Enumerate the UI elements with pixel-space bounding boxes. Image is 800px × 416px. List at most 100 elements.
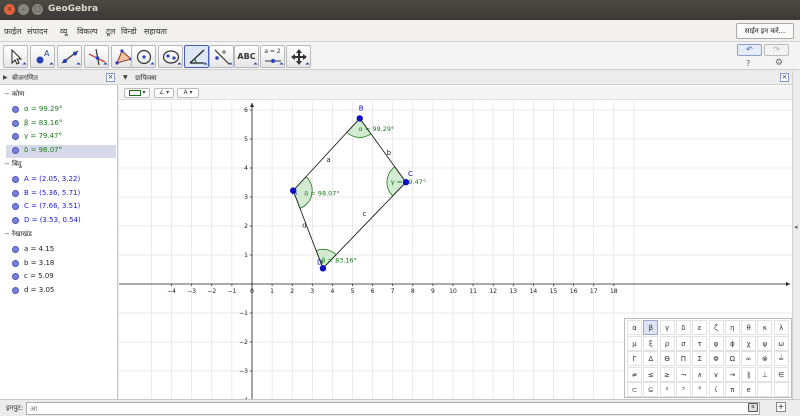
redo-button[interactable]: ↷ [764,44,789,56]
algebra-item[interactable]: D = (3.53, 0.54) [6,215,116,228]
greek-key[interactable]: α [627,320,642,335]
greek-key[interactable]: ω [773,335,789,351]
greek-key[interactable]: σ [675,335,691,351]
algebra-item[interactable]: d = 3.05 [6,285,116,298]
greek-key[interactable]: δ [675,320,691,335]
greek-key[interactable]: Φ [708,351,724,367]
greek-key[interactable] [757,382,773,398]
line-tool-button[interactable] [57,45,82,68]
algebra-item[interactable]: γ = 79.47° [6,131,116,144]
menu-view[interactable]: व्यू [60,26,67,37]
greek-key[interactable]: ε [692,320,708,335]
greek-key[interactable]: π [724,382,740,398]
algebra-item[interactable]: δ = 98.07° [6,144,116,158]
greek-key[interactable]: μ [627,335,642,351]
visibility-toggle-icon[interactable] [12,216,19,224]
algebra-item[interactable]: B = (5.36, 5.71) [6,188,116,201]
visibility-toggle-icon[interactable] [12,133,19,140]
slider-tool-button[interactable]: a = 2 [260,45,285,68]
greek-key[interactable]: → [724,366,740,382]
input-field[interactable] [26,402,760,415]
perpendicular-line-tool-button[interactable] [84,45,109,68]
greek-key[interactable]: ³ [675,382,691,398]
visibility-toggle-icon[interactable] [12,286,19,294]
collapse-minus-icon[interactable]: − [4,90,12,98]
greek-key[interactable]: ² [659,382,675,398]
algebra-item[interactable]: b = 3.18 [6,258,116,271]
style-color-button[interactable]: ▾ [124,88,150,98]
side-panel-toggle[interactable]: ◂ [792,71,800,399]
close-icon[interactable]: × [780,73,789,82]
close-icon[interactable]: × [106,73,115,82]
collapse-minus-icon[interactable]: − [4,230,12,238]
algebra-group-header[interactable]: − कोण [4,90,24,99]
text-tool-button[interactable]: ABC [234,45,259,68]
greek-key[interactable]: ξ [643,335,659,351]
greek-key[interactable]: ϕ [724,335,740,351]
greek-key[interactable]: ψ [757,335,773,351]
visibility-toggle-icon[interactable] [12,203,19,210]
greek-key[interactable]: ∨ [708,366,724,382]
greek-key[interactable]: ° [692,382,708,398]
greek-key[interactable]: Π [675,351,691,367]
greek-key[interactable]: ζ [708,320,724,335]
greek-key[interactable]: ≤ [643,366,659,382]
algebra-item[interactable]: α = 99.29° [6,104,116,117]
greek-key[interactable]: Ω [724,351,740,367]
greek-key[interactable]: ⊂ [627,382,642,398]
greek-key[interactable]: ∧ [692,366,708,382]
greek-key[interactable]: ¬ [675,366,691,382]
greek-key[interactable]: κ [757,320,773,335]
angle-tool-button[interactable] [184,45,209,68]
segment-a[interactable] [292,118,361,191]
move-graphics-view-tool-button[interactable] [286,45,311,68]
algebra-group-header[interactable]: − बिंदु [4,160,22,169]
circle-tool-button[interactable] [131,45,156,68]
point-tool-button[interactable]: A [30,45,55,68]
algebra-item[interactable]: A = (2.05, 3.22) [6,174,116,187]
visibility-toggle-icon[interactable] [12,176,19,183]
greek-key[interactable]: ≟ [773,351,789,367]
menu-help[interactable]: सहायता [144,26,167,37]
greek-key[interactable]: τ [692,335,708,351]
greek-key[interactable]: ί [708,382,724,398]
keyboard-icon[interactable]: α [748,403,758,412]
undo-button[interactable]: ↶ [737,44,762,56]
menu-edit[interactable]: संपादन [27,26,48,37]
greek-key[interactable]: ⊆ [643,382,659,398]
visibility-toggle-icon[interactable] [12,259,19,267]
menu-file[interactable]: फ़ाईल [4,26,22,37]
help-icon[interactable]: ? [746,59,750,68]
visibility-toggle-icon[interactable] [12,146,19,154]
window-maximize-button[interactable]: □ [32,4,43,15]
collapse-minus-icon[interactable]: − [4,160,12,168]
move-tool-button[interactable] [3,45,28,68]
sign-in-button[interactable]: साईन इन करें... [736,23,794,39]
reflect-tool-button[interactable] [209,45,234,68]
greek-key[interactable]: λ [773,320,789,335]
greek-key[interactable]: ⊥ [757,366,773,382]
visibility-toggle-icon[interactable] [12,106,19,113]
greek-key[interactable]: χ [741,335,757,351]
menu-window[interactable]: विन्डो [121,26,137,37]
visibility-toggle-icon[interactable] [12,119,19,127]
greek-key[interactable]: Θ [659,351,675,367]
greek-key[interactable]: β [643,320,659,335]
menu-tools[interactable]: टूल [106,26,115,37]
greek-key[interactable]: η [724,320,740,335]
algebra-item[interactable]: c = 5.09 [6,271,116,284]
menu-options[interactable]: विकल्प [77,26,98,37]
greek-key[interactable]: ρ [659,335,675,351]
greek-key[interactable]: ∥ [741,366,757,382]
visibility-toggle-icon[interactable] [12,273,19,280]
greek-key[interactable]: Δ [643,351,659,367]
algebra-item[interactable]: a = 4.15 [6,244,116,257]
greek-key[interactable]: ⊗ [757,351,773,367]
greek-key[interactable]: γ [659,320,675,335]
greek-key[interactable]: θ [741,320,757,335]
greek-key[interactable]: φ [708,335,724,351]
greek-key[interactable] [773,382,789,398]
window-close-button[interactable]: × [4,4,15,15]
visibility-toggle-icon[interactable] [12,246,19,253]
greek-key[interactable]: Γ [627,351,642,367]
